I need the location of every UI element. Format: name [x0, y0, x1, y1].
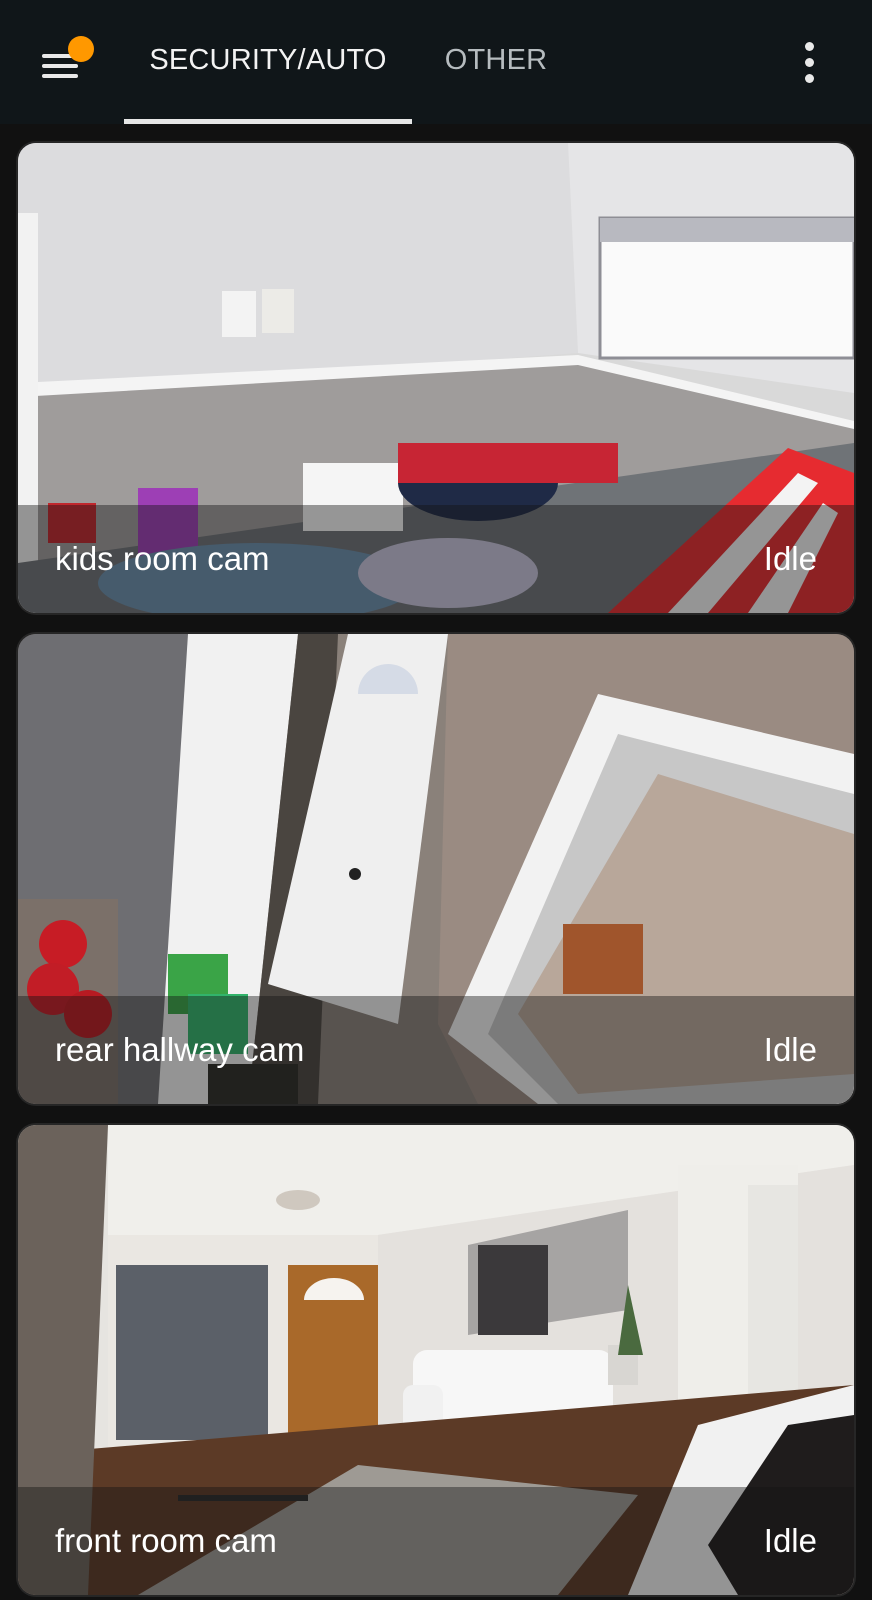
camera-name: kids room cam	[55, 540, 270, 577]
selected-tab-indicator	[124, 119, 412, 124]
camera-caption: front room cam Idle	[18, 1487, 854, 1595]
camera-status: Idle	[763, 1522, 817, 1559]
camera-status: Idle	[763, 540, 817, 577]
camera-name: rear hallway cam	[55, 1031, 305, 1068]
more-vertical-icon[interactable]	[786, 36, 834, 88]
camera-card-kids-room[interactable]: kids room cam Idle	[18, 143, 854, 613]
menu-button[interactable]	[36, 36, 100, 92]
tab-other[interactable]: OTHER	[432, 0, 560, 124]
app-bar: SECURITY/AUTO OTHER	[0, 0, 872, 124]
camera-caption: kids room cam Idle	[18, 505, 854, 613]
tab-security-auto[interactable]: SECURITY/AUTO	[124, 0, 412, 124]
notification-badge	[68, 36, 94, 62]
camera-status: Idle	[763, 1031, 817, 1068]
camera-caption: rear hallway cam Idle	[18, 996, 854, 1104]
camera-name: front room cam	[55, 1522, 277, 1559]
camera-card-front-room[interactable]: front room cam Idle	[18, 1125, 854, 1595]
camera-card-rear-hallway[interactable]: rear hallway cam Idle	[18, 634, 854, 1104]
